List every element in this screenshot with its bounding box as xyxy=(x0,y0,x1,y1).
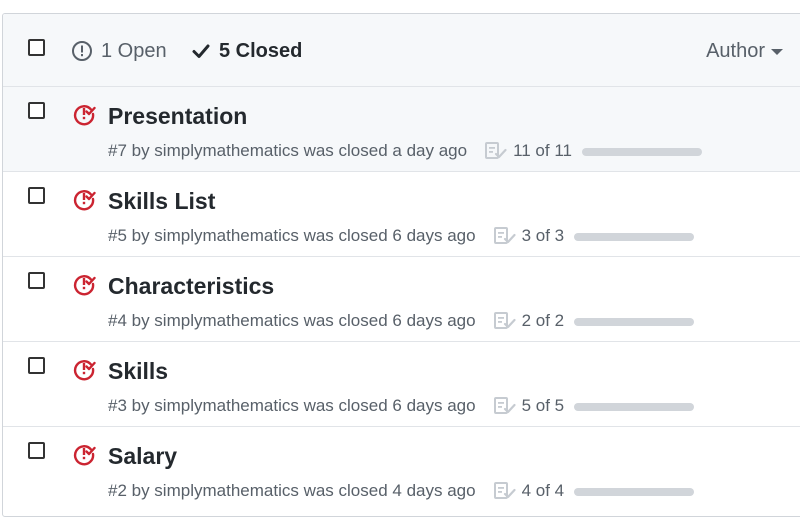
checklist-icon xyxy=(493,482,516,499)
issue-row[interactable]: Characteristics #4 by simplymathematics … xyxy=(3,257,800,342)
issue-title-link[interactable]: Skills xyxy=(108,356,168,386)
task-progress-bar xyxy=(581,147,702,156)
issue-closed-icon xyxy=(73,360,96,381)
issue-checkbox[interactable] xyxy=(28,102,45,119)
caret-down-icon xyxy=(771,49,783,55)
task-count: 4 of 4 xyxy=(521,481,565,500)
issue-row[interactable]: Presentation #7 by simplymathematics was… xyxy=(3,87,800,172)
issue-meta-text: #3 by simplymathematics was closed 6 day… xyxy=(108,396,476,415)
issues-rows: Presentation #7 by simplymathematics was… xyxy=(3,87,800,512)
task-count: 5 of 5 xyxy=(521,396,565,415)
open-issues-filter[interactable]: 1 Open xyxy=(71,38,167,64)
issue-meta-text: #4 by simplymathematics was closed 6 day… xyxy=(108,311,476,330)
issue-closed-icon xyxy=(73,105,96,126)
issue-meta: #7 by simplymathematics was closed a day… xyxy=(108,140,702,162)
issues-list-header: 1 Open 5 Closed Author xyxy=(3,14,800,87)
task-progress: 2 of 2 xyxy=(493,310,695,332)
issue-meta: #5 by simplymathematics was closed 6 day… xyxy=(108,225,695,247)
task-progress: 11 of 11 xyxy=(485,140,702,162)
issue-meta-text: #7 by simplymathematics was closed a day… xyxy=(108,141,468,160)
closed-issues-label: 5 Closed xyxy=(219,40,303,62)
issue-row[interactable]: Skills List #5 by simplymathematics was … xyxy=(3,172,800,257)
issue-closed-icon xyxy=(73,190,96,211)
issue-title-link[interactable]: Presentation xyxy=(108,101,247,131)
issue-title-link[interactable]: Salary xyxy=(108,441,177,471)
checklist-icon xyxy=(493,227,516,244)
issue-meta-text: #5 by simplymathematics was closed 6 day… xyxy=(108,226,476,245)
issue-checkbox[interactable] xyxy=(28,187,45,204)
checklist-icon xyxy=(485,142,507,159)
task-progress: 3 of 3 xyxy=(493,225,695,247)
issue-row[interactable]: Skills #3 by simplymathematics was close… xyxy=(3,342,800,427)
checklist-icon xyxy=(493,397,516,414)
task-progress-bar xyxy=(574,487,695,496)
issue-checkbox[interactable] xyxy=(28,357,45,374)
author-filter-label: Author xyxy=(706,40,765,62)
issue-checkbox[interactable] xyxy=(28,272,45,289)
issues-list: 1 Open 5 Closed Author Presentation #7 b… xyxy=(2,13,800,517)
issue-closed-icon xyxy=(73,275,96,296)
issue-meta: #2 by simplymathematics was closed 4 day… xyxy=(108,480,695,502)
issue-checkbox[interactable] xyxy=(28,442,45,459)
issue-closed-icon xyxy=(73,445,96,466)
issue-opened-icon xyxy=(72,41,92,61)
issue-meta-text: #2 by simplymathematics was closed 4 day… xyxy=(108,481,476,500)
task-progress: 5 of 5 xyxy=(493,395,695,417)
issue-row[interactable]: Salary #2 by simplymathematics was close… xyxy=(3,427,800,512)
closed-issues-filter[interactable]: 5 Closed xyxy=(191,38,302,64)
issue-title-link[interactable]: Characteristics xyxy=(108,271,274,301)
check-icon xyxy=(192,44,210,58)
task-count: 11 of 11 xyxy=(513,141,572,160)
task-progress-fill xyxy=(574,402,695,411)
task-count: 3 of 3 xyxy=(521,226,565,245)
task-progress-fill xyxy=(574,317,695,326)
task-progress-bar xyxy=(574,232,695,241)
task-progress-bar xyxy=(574,402,695,411)
task-progress-fill xyxy=(574,232,695,241)
task-progress-fill xyxy=(581,147,702,156)
checklist-icon xyxy=(493,312,516,329)
task-count: 2 of 2 xyxy=(521,311,565,330)
issue-meta: #4 by simplymathematics was closed 6 day… xyxy=(108,310,695,332)
open-issues-label: 1 Open xyxy=(101,40,167,62)
task-progress-bar xyxy=(574,317,695,326)
select-all-checkbox[interactable] xyxy=(28,39,45,56)
task-progress-fill xyxy=(574,487,695,496)
task-progress: 4 of 4 xyxy=(493,480,695,502)
issue-title-link[interactable]: Skills List xyxy=(108,186,215,216)
issue-meta: #3 by simplymathematics was closed 6 day… xyxy=(108,395,695,417)
author-filter-dropdown[interactable]: Author xyxy=(706,38,783,64)
